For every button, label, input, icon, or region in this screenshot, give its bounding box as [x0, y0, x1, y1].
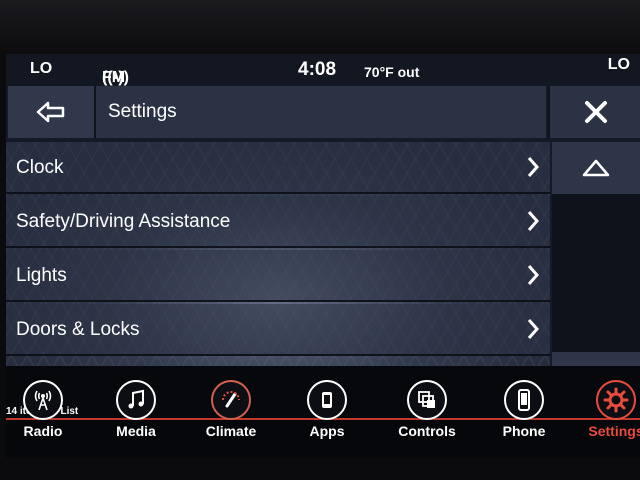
- triangle-up-icon: [582, 159, 610, 177]
- dock-label: Apps: [309, 423, 345, 439]
- dock-label: Phone: [502, 423, 546, 439]
- list-item-label: Doors & Locks: [16, 319, 140, 340]
- dock-label: Settings: [588, 423, 640, 439]
- bottom-dock: Radio Media Climate Apps Controls Phone …: [6, 380, 640, 458]
- title-bar: Settings: [6, 86, 640, 140]
- apps-icon: [307, 380, 347, 420]
- dock-label: Radio: [23, 423, 63, 439]
- chevron-right-icon: [527, 211, 540, 231]
- status-bar: LO ((•))FM 96.1 4:08 70°F out LO: [6, 54, 640, 104]
- scroll-up-button[interactable]: [552, 142, 640, 194]
- outside-temperature: 70°F out: [364, 64, 420, 80]
- dock-settings[interactable]: Settings: [571, 380, 640, 439]
- back-arrow-icon: [36, 101, 65, 123]
- list-item-clock[interactable]: Clock: [6, 142, 550, 194]
- dock-radio[interactable]: Radio: [6, 380, 88, 439]
- dock-controls[interactable]: Controls: [382, 380, 472, 439]
- dock-label: Controls: [398, 423, 456, 439]
- list-item-safety-driving-assistance[interactable]: Safety/Driving Assistance: [6, 196, 550, 248]
- clock-time: 4:08: [298, 59, 337, 80]
- dock-phone[interactable]: Phone: [479, 380, 569, 439]
- chevron-right-icon: [527, 319, 540, 339]
- settings-list: Clock Safety/Driving Assistance Lights D…: [6, 142, 550, 404]
- list-item-lights[interactable]: Lights: [6, 250, 550, 302]
- chevron-right-icon: [527, 157, 540, 177]
- dock-label: Media: [116, 423, 156, 439]
- list-item-label: Lights: [16, 265, 67, 286]
- dock-climate[interactable]: Climate: [186, 380, 276, 439]
- dock-media[interactable]: Media: [91, 380, 181, 439]
- radio-icon: [23, 380, 63, 420]
- chevron-right-icon: [527, 265, 540, 285]
- list-item-doors-locks[interactable]: Doors & Locks: [6, 304, 550, 356]
- list-item-label: Safety/Driving Assistance: [16, 211, 231, 232]
- gear-icon: [596, 380, 636, 420]
- dock-apps[interactable]: Apps: [282, 380, 372, 439]
- climate-icon: [211, 380, 251, 420]
- right-climate-temp[interactable]: LO: [608, 56, 630, 74]
- music-note-icon: [116, 380, 156, 420]
- scroll-sidebar: [552, 142, 640, 404]
- head-unit-screen: LO ((•))FM 96.1 4:08 70°F out LO Setting…: [6, 54, 640, 458]
- controls-icon: [407, 380, 447, 420]
- phone-icon: [504, 380, 544, 420]
- page-title: Settings: [96, 86, 546, 138]
- close-icon: [585, 101, 607, 123]
- dock-label: Climate: [205, 423, 257, 439]
- list-item-label: Clock: [16, 157, 64, 178]
- back-button[interactable]: [8, 86, 96, 138]
- left-climate-temp[interactable]: LO: [30, 60, 52, 78]
- close-button[interactable]: [548, 86, 640, 138]
